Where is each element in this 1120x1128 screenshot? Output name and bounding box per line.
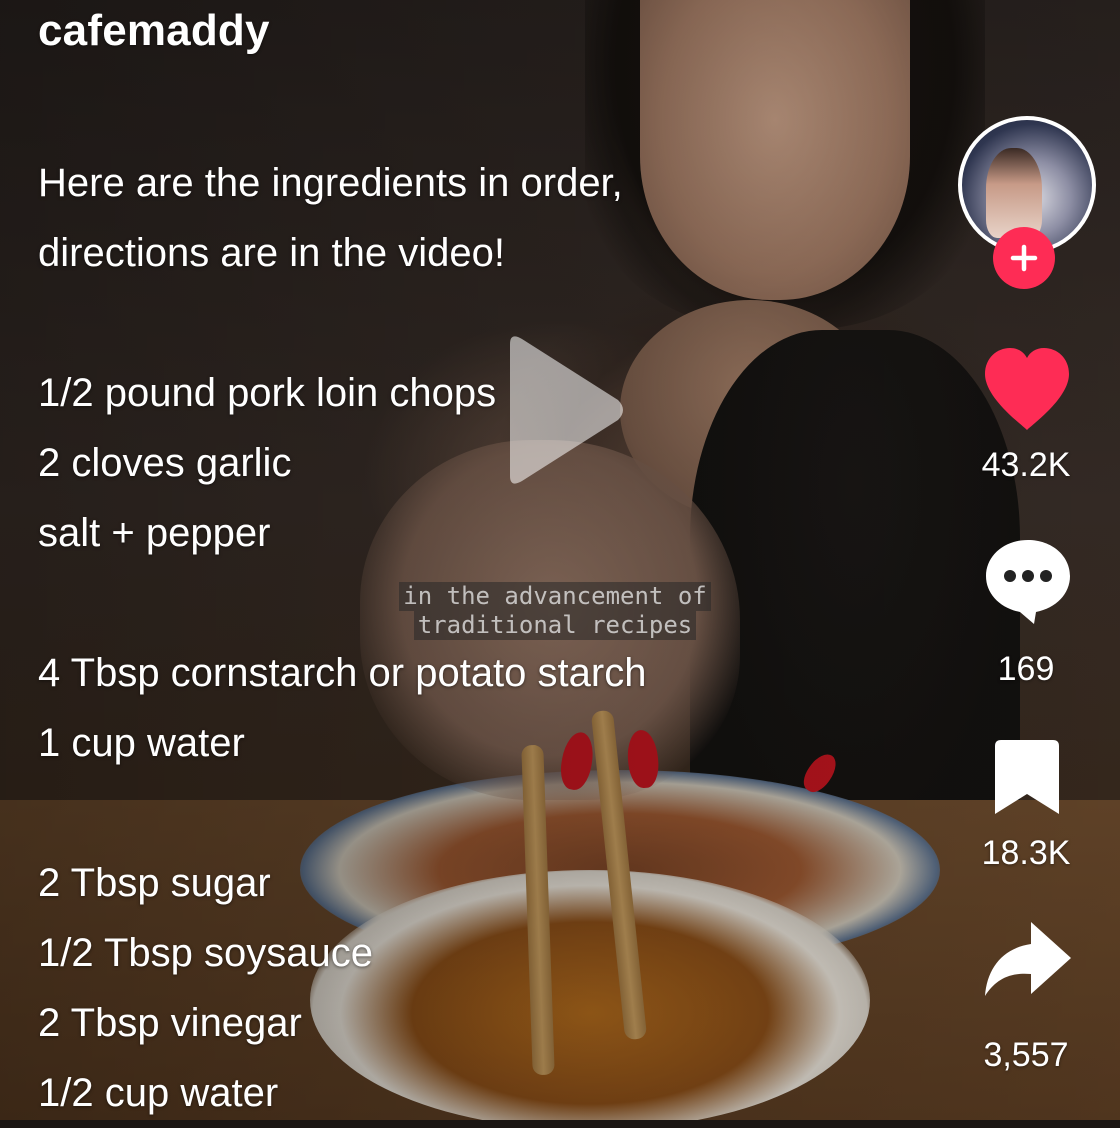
bookmark-icon[interactable]	[993, 738, 1061, 816]
video-subtitle: in the advancement of traditional recipe…	[360, 582, 750, 640]
plus-icon	[1010, 244, 1038, 272]
comment-count: 169	[997, 650, 1055, 688]
comment-icon[interactable]	[982, 536, 1074, 626]
avatar-photo	[986, 148, 1042, 238]
caption-line: 2 cloves garlic	[38, 441, 292, 485]
caption-line: 4 Tbsp cornstarch or potato starch	[38, 651, 647, 695]
heart-icon[interactable]	[981, 346, 1073, 432]
subtitle-line: in the advancement of	[399, 582, 711, 611]
play-icon[interactable]	[498, 330, 628, 490]
share-arrow-icon[interactable]	[983, 918, 1073, 1000]
subtitle-line: traditional recipes	[413, 611, 697, 640]
follow-button[interactable]	[993, 227, 1055, 289]
caption-line: Here are the ingredients in order,	[38, 161, 623, 205]
share-count: 3,557	[983, 1036, 1069, 1074]
caption-line: 2 Tbsp vinegar	[38, 1001, 302, 1045]
like-count: 43.2K	[981, 446, 1071, 484]
caption-line: directions are in the video!	[38, 231, 505, 275]
caption-line: 1 cup water	[38, 721, 245, 765]
caption-line: 2 Tbsp sugar	[38, 861, 271, 905]
caption-line: 1/2 cup water	[38, 1071, 279, 1115]
caption-line: 1/2 Tbsp soysauce	[38, 931, 374, 975]
caption-line: 1/2 pound pork loin chops	[38, 371, 497, 415]
save-count: 18.3K	[981, 834, 1071, 872]
caption-line: salt + pepper	[38, 511, 271, 555]
username[interactable]: cafemaddy	[38, 6, 270, 56]
